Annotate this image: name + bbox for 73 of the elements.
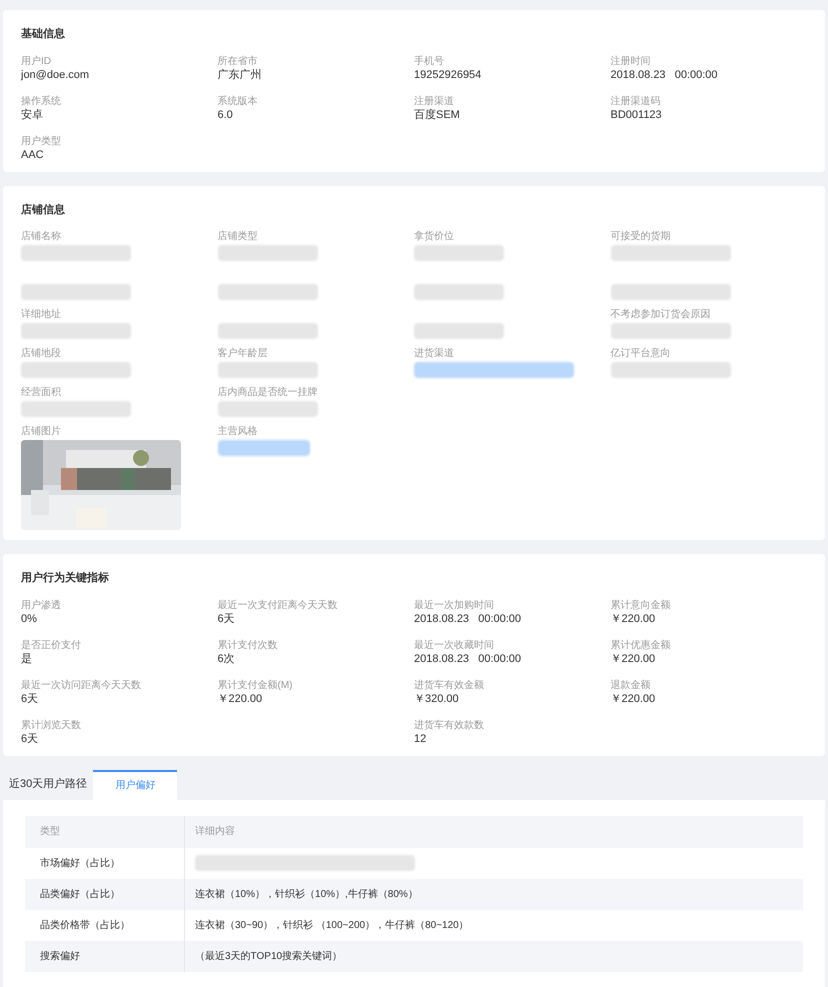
field-label: 店铺地段 (21, 347, 62, 360)
field-label: 不考虑参加订货会原因 (610, 308, 712, 321)
field-label: 累计支付次数 (218, 638, 278, 652)
field-label: 店内商品是否统一挂牌 (218, 386, 318, 399)
section-title: 用户行为关键指标 (21, 570, 110, 586)
field-value: 6天 (21, 692, 40, 706)
field-label: 用户渗透 (21, 598, 62, 612)
section-title: 基础信息 (21, 26, 66, 42)
field-value: 2018.08.23 00:00:00 (414, 652, 522, 666)
table-cell-text: 品类偏好（占比） (40, 888, 120, 902)
field-value: 2018.08.23 00:00:00 (414, 612, 522, 626)
field-label: 进货渠道 (414, 347, 455, 360)
column-header: 类型 (40, 824, 60, 839)
field-label: 店铺图片 (21, 425, 62, 438)
field-label: 手机号 (414, 54, 445, 68)
field-value: 0% (21, 612, 38, 626)
field-value: ￥220.00 (610, 692, 656, 706)
table-cell: （最近3天的TOP10搜索关键词） (195, 950, 342, 962)
field-value: 6天 (21, 732, 40, 746)
field-label: 主营风格 (218, 425, 258, 438)
field-value: AAC (21, 148, 45, 162)
field-label: 退款金额 (610, 678, 652, 692)
field-label: 累计意向金额 (610, 598, 672, 612)
field-label: 累计浏览天数 (21, 718, 82, 732)
section-title: 店铺信息 (21, 202, 66, 218)
field-value: 12 (414, 732, 428, 746)
field-value: 2018.08.23 00:00:00 (610, 68, 719, 82)
field-label: 累计支付金额(M) (218, 678, 294, 692)
table-cell-text: 品类价格带（占比） (40, 918, 130, 932)
field-value: ￥220.00 (610, 612, 656, 626)
field-value: 6天 (218, 612, 236, 626)
field-label: 用户ID (21, 54, 52, 68)
field-label: 可接受的货期 (610, 230, 672, 243)
field-value: ￥220.00 (610, 652, 656, 666)
field-label: 是否正价支付 (21, 638, 82, 652)
field-label: 操作系统 (21, 94, 62, 108)
field-value: 6.0 (218, 108, 234, 122)
table-cell: 连衣裙（10%），针织衫（10%）,牛仔裤（80%） (195, 888, 418, 900)
column-header: 详细内容 (195, 826, 235, 837)
field-label: 最近一次加购时间 (414, 598, 495, 612)
field-label: 系统版本 (218, 94, 258, 108)
field-label: 详细地址 (21, 308, 62, 321)
field-label: 用户类型 (21, 134, 62, 148)
field-label: 注册时间 (610, 54, 652, 68)
field-value: ￥320.00 (414, 692, 460, 706)
field-label: 客户年龄层 (218, 347, 268, 360)
field-label: 注册渠道 (414, 94, 455, 108)
table-cell-text: 市场偏好（占比） (40, 856, 120, 870)
field-label: 最近一次收藏时间 (414, 638, 495, 652)
field-label: 所在省市 (218, 54, 258, 68)
field-label: 经营面积 (21, 386, 62, 399)
field-label: 注册渠道码 (610, 94, 662, 108)
field-label: 最近一次支付距离今天天数 (218, 598, 338, 612)
field-label: 店铺名称 (21, 230, 62, 243)
field-value: jon@doe.com (21, 68, 90, 82)
field-label: 店铺类型 (218, 230, 258, 243)
field-label: 亿订平台意向 (610, 347, 672, 360)
tab[interactable]: 近30天用户路径 (3, 770, 94, 800)
table-cell-text: 搜索偏好 (40, 950, 80, 964)
field-label: 最近一次访问距离今天天数 (21, 678, 142, 692)
field-value: ￥220.00 (218, 692, 264, 706)
field-value: 百度SEM (414, 108, 461, 122)
field-value: 广东广州 (218, 68, 262, 82)
field-label: 进货车有效金额 (414, 678, 485, 692)
field-value: BD001123 (610, 108, 663, 122)
table-cell: 连衣裙（30~90），针织衫 （100~200），牛仔裤（80~120） (195, 920, 469, 930)
field-value: 19252926954 (414, 68, 482, 82)
field-value: 安卓 (21, 108, 44, 122)
field-label: 拿货价位 (414, 230, 455, 243)
field-label: 进货车有效款数 (414, 718, 485, 732)
field-value: 6次 (218, 652, 236, 666)
field-label: 累计优惠金额 (610, 638, 672, 652)
field-value: 是 (21, 652, 33, 666)
